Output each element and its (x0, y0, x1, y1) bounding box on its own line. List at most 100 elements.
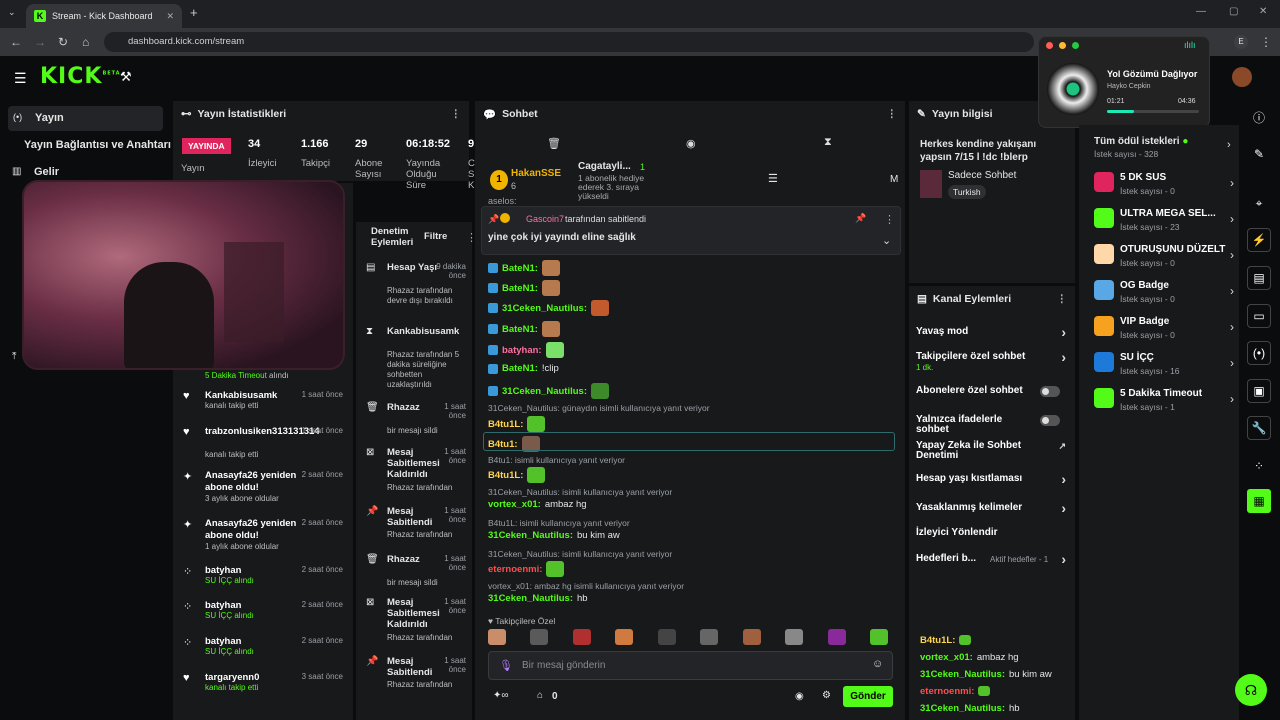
chat-message[interactable]: BateN1: (488, 260, 560, 276)
layout-icon[interactable]: ▣ (1247, 379, 1271, 403)
chat-message[interactable]: B4tu1L: (488, 416, 546, 432)
home-icon[interactable]: ⌂ (82, 35, 89, 49)
chat-username[interactable]: 31Ceken_Nautilus: (920, 703, 1005, 714)
reward-item[interactable]: VIP Badge İstek sayısı - 0 › (1094, 316, 1234, 344)
chat-message[interactable]: BateN1: (488, 321, 560, 337)
chevron-down-icon[interactable]: ⌄ (882, 234, 891, 247)
info-icon[interactable]: ⓘ (1247, 105, 1271, 129)
profile-avatar[interactable]: E (1234, 35, 1248, 49)
reply-context[interactable]: 31Ceken_Nautilus: isimli kullanıcıya yan… (488, 549, 672, 559)
moderation-item[interactable]: ▤ Hesap Yaşı 9 dakika önce Rhazaz tarafında… (366, 262, 466, 305)
chat-input[interactable]: 🎙 Bir mesaj gönderin ☺ (488, 651, 893, 680)
chat-message[interactable]: B4tu1L: (488, 467, 546, 483)
close-window-icon[interactable]: ✕ (1259, 6, 1267, 17)
channel-action-item[interactable]: Hesap yaşı kısıtlaması › (916, 471, 1066, 496)
emote-thumbnail[interactable] (700, 629, 719, 645)
upload-icon[interactable]: ⤒ (12, 351, 16, 362)
channel-action-item[interactable]: Takipçilere özel sohbet 1 dk. › (916, 349, 1066, 374)
menu-lines-icon[interactable]: ☰ (768, 172, 778, 185)
chat-username[interactable]: vortex_x01: (488, 499, 541, 510)
chat-message[interactable]: BateN1: (488, 280, 560, 296)
reply-context[interactable]: B4tu1L: isimli kullanıcıya yanıt veriyor (488, 518, 630, 528)
moderation-item[interactable]: ⊠ Mesaj Sabitlemesi Kaldırıldı 1 saat önce… (366, 597, 466, 642)
chat-message[interactable]: batyhan: (488, 342, 564, 358)
send-button[interactable]: Gönder (843, 686, 893, 707)
pinned-more-icon[interactable]: ⋮ (884, 213, 895, 226)
chat-username[interactable]: B4tu1L: (488, 419, 523, 430)
tab-menu-icon[interactable]: ⌄ (8, 7, 16, 18)
user-avatar[interactable] (1232, 67, 1252, 87)
moderation-item[interactable]: 📌 Mesaj Sabitlendi 1 saat önce Rhazaz taraf… (366, 656, 466, 696)
chat-username[interactable]: BateN1: (502, 283, 538, 294)
hamburger-menu-icon[interactable]: ☰ (14, 70, 27, 87)
reply-context[interactable]: vortex_x01: ambaz hg isimli kullanıcıya … (488, 581, 684, 591)
chat-message[interactable]: eternoenmi: (488, 561, 565, 577)
reward-item[interactable]: SU İÇÇ İstek sayısı - 16 › (1094, 352, 1234, 380)
moderation-item[interactable]: ⧗ Kankabisusamk Rhazaz tarafından 5 dakika… (366, 326, 466, 389)
activity-name[interactable]: Anasayfa26 yeniden abone oldu! (205, 470, 299, 494)
chat-bubble-icon[interactable]: ◉ (795, 691, 804, 702)
emote-thumbnail[interactable] (827, 629, 846, 645)
moderation-item[interactable]: 🗑 Rhazaz 1 saat önce bir mesajı sildi (366, 402, 466, 442)
actions-more-icon[interactable]: ⋮ (1057, 293, 1068, 305)
chat-message[interactable]: 31Ceken_Nautilus: bu kim aw (488, 530, 620, 541)
microphone-icon[interactable]: 🎙 (499, 659, 513, 672)
pencil-icon[interactable]: ✎ (1247, 142, 1271, 166)
activity-item[interactable]: ♥ Kankabisusamk 1 saat önce kanalı takip et… (183, 390, 343, 420)
chat-icon[interactable]: ▭ (1247, 304, 1271, 328)
activity-item[interactable]: ✦ Anasayfa26 yeniden abone oldu! 2 saat ön… (183, 470, 343, 503)
support-icon[interactable]: ☊ (1235, 674, 1267, 706)
language-tag[interactable]: Turkish (948, 185, 986, 199)
activity-item[interactable]: ♥ trabzonlusiken313131314 1 saat önce kanal… (183, 426, 343, 459)
new-tab-icon[interactable]: + (190, 5, 198, 20)
chat-username[interactable]: 31Ceken_Nautilus: (488, 593, 573, 604)
nav-item-stream-key[interactable]: Yayın Bağlantısı ve Anahtarı (24, 139, 171, 151)
chevron-right-icon[interactable]: › (1227, 139, 1231, 151)
chat-username[interactable]: batyhan: (502, 345, 542, 356)
chat-message[interactable]: 31Ceken_Nautilus: (488, 383, 610, 399)
reward-icon[interactable]: ⁘ (1247, 454, 1271, 478)
activity-item[interactable]: ⁘ batyhan 2 saat önce SU İÇÇ alındı (183, 600, 343, 630)
webcam-overlay[interactable] (22, 180, 345, 370)
emote-thumbnail[interactable] (488, 629, 506, 645)
chat-username[interactable]: 31Ceken_Nautilus: (488, 530, 573, 541)
reply-context[interactable]: B4tu1: isimli kullanıcıya yanıt veriyor (488, 455, 625, 465)
trash-icon[interactable]: 🗑 (547, 137, 561, 150)
chat-username[interactable]: BateN1: (502, 363, 538, 374)
emote-thumbnail[interactable] (869, 629, 888, 645)
channel-action-item[interactable]: Yalnızca ifadelerle sohbet (916, 415, 1066, 437)
reply-context[interactable]: 31Ceken_Nautilus: günaydın isimli kullan… (488, 403, 710, 413)
reward-item[interactable]: ULTRA MEGA SEL... İstek sayısı - 23 › (1094, 208, 1234, 236)
filter-button[interactable]: Filtre (424, 231, 447, 242)
more-icon[interactable]: ⋮ (451, 108, 462, 120)
channel-action-item[interactable]: Yasaklanmış kelimeler › (916, 500, 1066, 525)
reload-icon[interactable]: ↻ (58, 35, 68, 49)
channel-action-item[interactable]: Abonelere özel sohbet (916, 386, 1066, 408)
chat-message[interactable]: BateN1: !clip (488, 363, 559, 374)
wrench-icon[interactable]: 🔧 (1247, 416, 1271, 440)
chat-username[interactable]: 31Ceken_Nautilus: (920, 669, 1005, 680)
back-icon[interactable]: ← (10, 35, 22, 49)
nav-item-yayin[interactable]: (•) Yayın (8, 106, 163, 131)
speech-icon[interactable]: ◉ (686, 137, 696, 150)
document-icon[interactable]: ▤ (1247, 266, 1271, 290)
song-progress-track[interactable] (1107, 110, 1199, 113)
minimize-icon[interactable]: — (1196, 6, 1206, 17)
hourglass-icon[interactable]: ⧗ (824, 136, 832, 149)
chat-username[interactable]: 31Ceken_Nautilus: (502, 303, 587, 314)
maximize-dot[interactable] (1072, 42, 1079, 49)
chat-username[interactable]: BateN1: (502, 263, 538, 274)
points-icon[interactable]: ✦∞ (493, 690, 509, 701)
emote-thumbnail[interactable] (657, 629, 676, 645)
activity-item[interactable]: ⁘ batyhan 2 saat önce SU İÇÇ alındı (183, 565, 343, 595)
chat-username[interactable]: B4tu1L: (488, 470, 523, 481)
channel-action-item[interactable]: Yavaş mod › (916, 324, 1066, 349)
channel-action-item[interactable]: İzleyici Yönlendir (916, 528, 1066, 550)
activity-item[interactable]: ♥ targaryenn0 3 saat önce kanalı takip etti (183, 672, 343, 702)
chat-username[interactable]: BateN1: (502, 324, 538, 335)
reply-context[interactable]: 31Ceken_Nautilus: isimli kullanıcıya yan… (488, 487, 672, 497)
unpin-icon[interactable]: 📌 (855, 213, 866, 224)
reward-item[interactable]: 5 DK SUS İstek sayısı - 0 › (1094, 172, 1234, 200)
activity-item[interactable]: ⁘ batyhan 2 saat önce SU İÇÇ alındı (183, 636, 343, 666)
channel-action-item[interactable]: Hedefleri b... Aktif hedefler - 1 › (916, 551, 1066, 576)
